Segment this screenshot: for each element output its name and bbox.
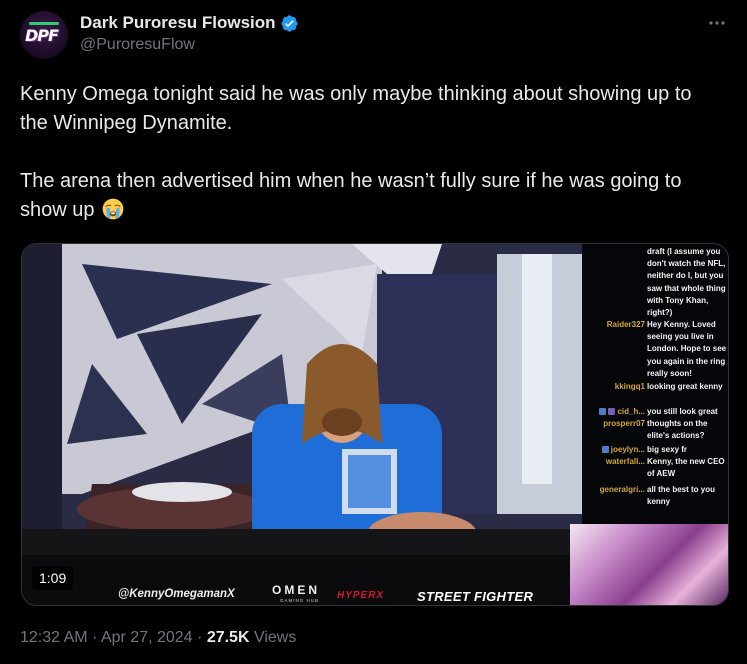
tweet-paragraph-2: The arena then advertised him when he wa… [20,167,720,225]
chat-username: prosperr07 [603,419,645,428]
tweet-date[interactable]: Apr 27, 2024 [101,629,193,646]
omen-logo: OMEN [272,583,320,597]
stream-handle-overlay: @KennyOmegamanX [118,588,235,600]
chat-message-text: looking great kenny [647,382,723,391]
chat-username: joeylyn... [601,444,645,456]
chat-message-text: thoughts on the elite's actions? [647,419,708,441]
chat-badge-icon [601,446,609,453]
chat-username: generalgri... [599,485,645,494]
chat-username: Raider327 [606,320,645,329]
chat-message-text: all the best to you kenny [647,485,716,507]
omen-logo-subtitle: GAMING HUB [280,598,320,603]
display-name-row: Dark Puroresu Flowsion [80,12,299,34]
avatar-logo-text: DPF [25,26,59,45]
game-footage-inset [570,524,728,605]
hyperx-logo: HYPERX [337,590,385,601]
tweet-meta: 12:32 AM · Apr 27, 2024 · 27.5K Views [20,629,296,647]
chat-username: cid_h... [599,406,645,418]
chat-badge-icon [608,408,616,415]
avatar[interactable]: DPF [20,11,68,59]
meta-separator: · [92,629,98,646]
tweet-text: Kenny Omega tonight said he was only may… [20,80,720,225]
video-duration-badge: 1:09 [32,566,74,590]
chat-message-text: Hey Kenny. Loved seeing you live in Lond… [647,320,727,378]
tweet-header: DPF Dark Puroresu Flowsion @PuroresuFlow [20,11,727,61]
chat-badge-icon [599,408,607,415]
chat-username-text: joeylyn... [610,445,645,454]
tweet-paragraph-1: Kenny Omega tonight said he was only may… [20,83,692,134]
avatar-logo-bar [29,22,59,25]
views-count[interactable]: 27.5K [207,629,250,646]
video-frame-scene [22,244,582,555]
chat-message-text: you still look great [647,407,718,416]
chat-message-text: Kenny, the new CEO of AEW [647,457,725,479]
meta-separator: · [197,629,203,646]
chat-message-text: draft (I assume you don't watch the NFL,… [647,247,726,318]
tweet-time[interactable]: 12:32 AM [20,629,88,646]
display-name[interactable]: Dark Puroresu Flowsion [80,13,276,33]
author-names: Dark Puroresu Flowsion @PuroresuFlow [80,12,299,54]
chat-username: kkingq1 [614,382,645,391]
chat-username-text: cid_h... [617,407,645,416]
loudly-crying-face-icon [102,198,124,220]
views-label: Views [253,629,297,646]
verified-badge-icon[interactable] [280,14,299,33]
video-media[interactable]: draft (I assume you don't watch the NFL,… [21,243,729,606]
chat-username: waterfall... [605,457,645,466]
street-fighter-logo: STREET FIGHTER [417,589,534,604]
more-options-icon[interactable] [707,13,727,33]
chat-message-text: big sexy fr [647,445,688,454]
stream-chat-panel: draft (I assume you don't watch the NFL,… [582,244,728,524]
author-handle[interactable]: @PuroresuFlow [80,36,299,54]
